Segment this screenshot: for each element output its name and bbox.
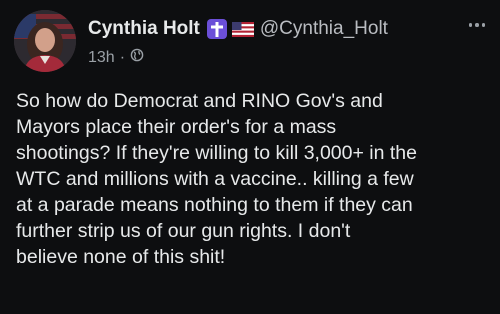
cross-icon [206, 19, 227, 39]
post-header: Cynthia Holt @Cynthia_Holt [88, 16, 488, 42]
post-time[interactable]: 13h [88, 49, 115, 67]
us-flag-icon [231, 21, 254, 37]
avatar[interactable] [14, 10, 76, 72]
more-dot [468, 23, 473, 27]
avatar-photo [14, 10, 76, 72]
post-meta: 13h · [88, 48, 144, 67]
post-card: Cynthia Holt @Cynthia_Holt 13h · So how … [0, 0, 500, 314]
more-options-icon[interactable] [464, 16, 490, 34]
author-handle[interactable]: @Cynthia_Holt [260, 18, 388, 40]
globe-icon [130, 48, 144, 67]
post-text: So how do Democrat and RINO Gov's and Ma… [16, 90, 417, 268]
author-display-name[interactable]: Cynthia Holt [88, 18, 200, 40]
more-dot [481, 23, 486, 27]
meta-separator: · [119, 48, 126, 66]
more-dot [475, 23, 479, 27]
